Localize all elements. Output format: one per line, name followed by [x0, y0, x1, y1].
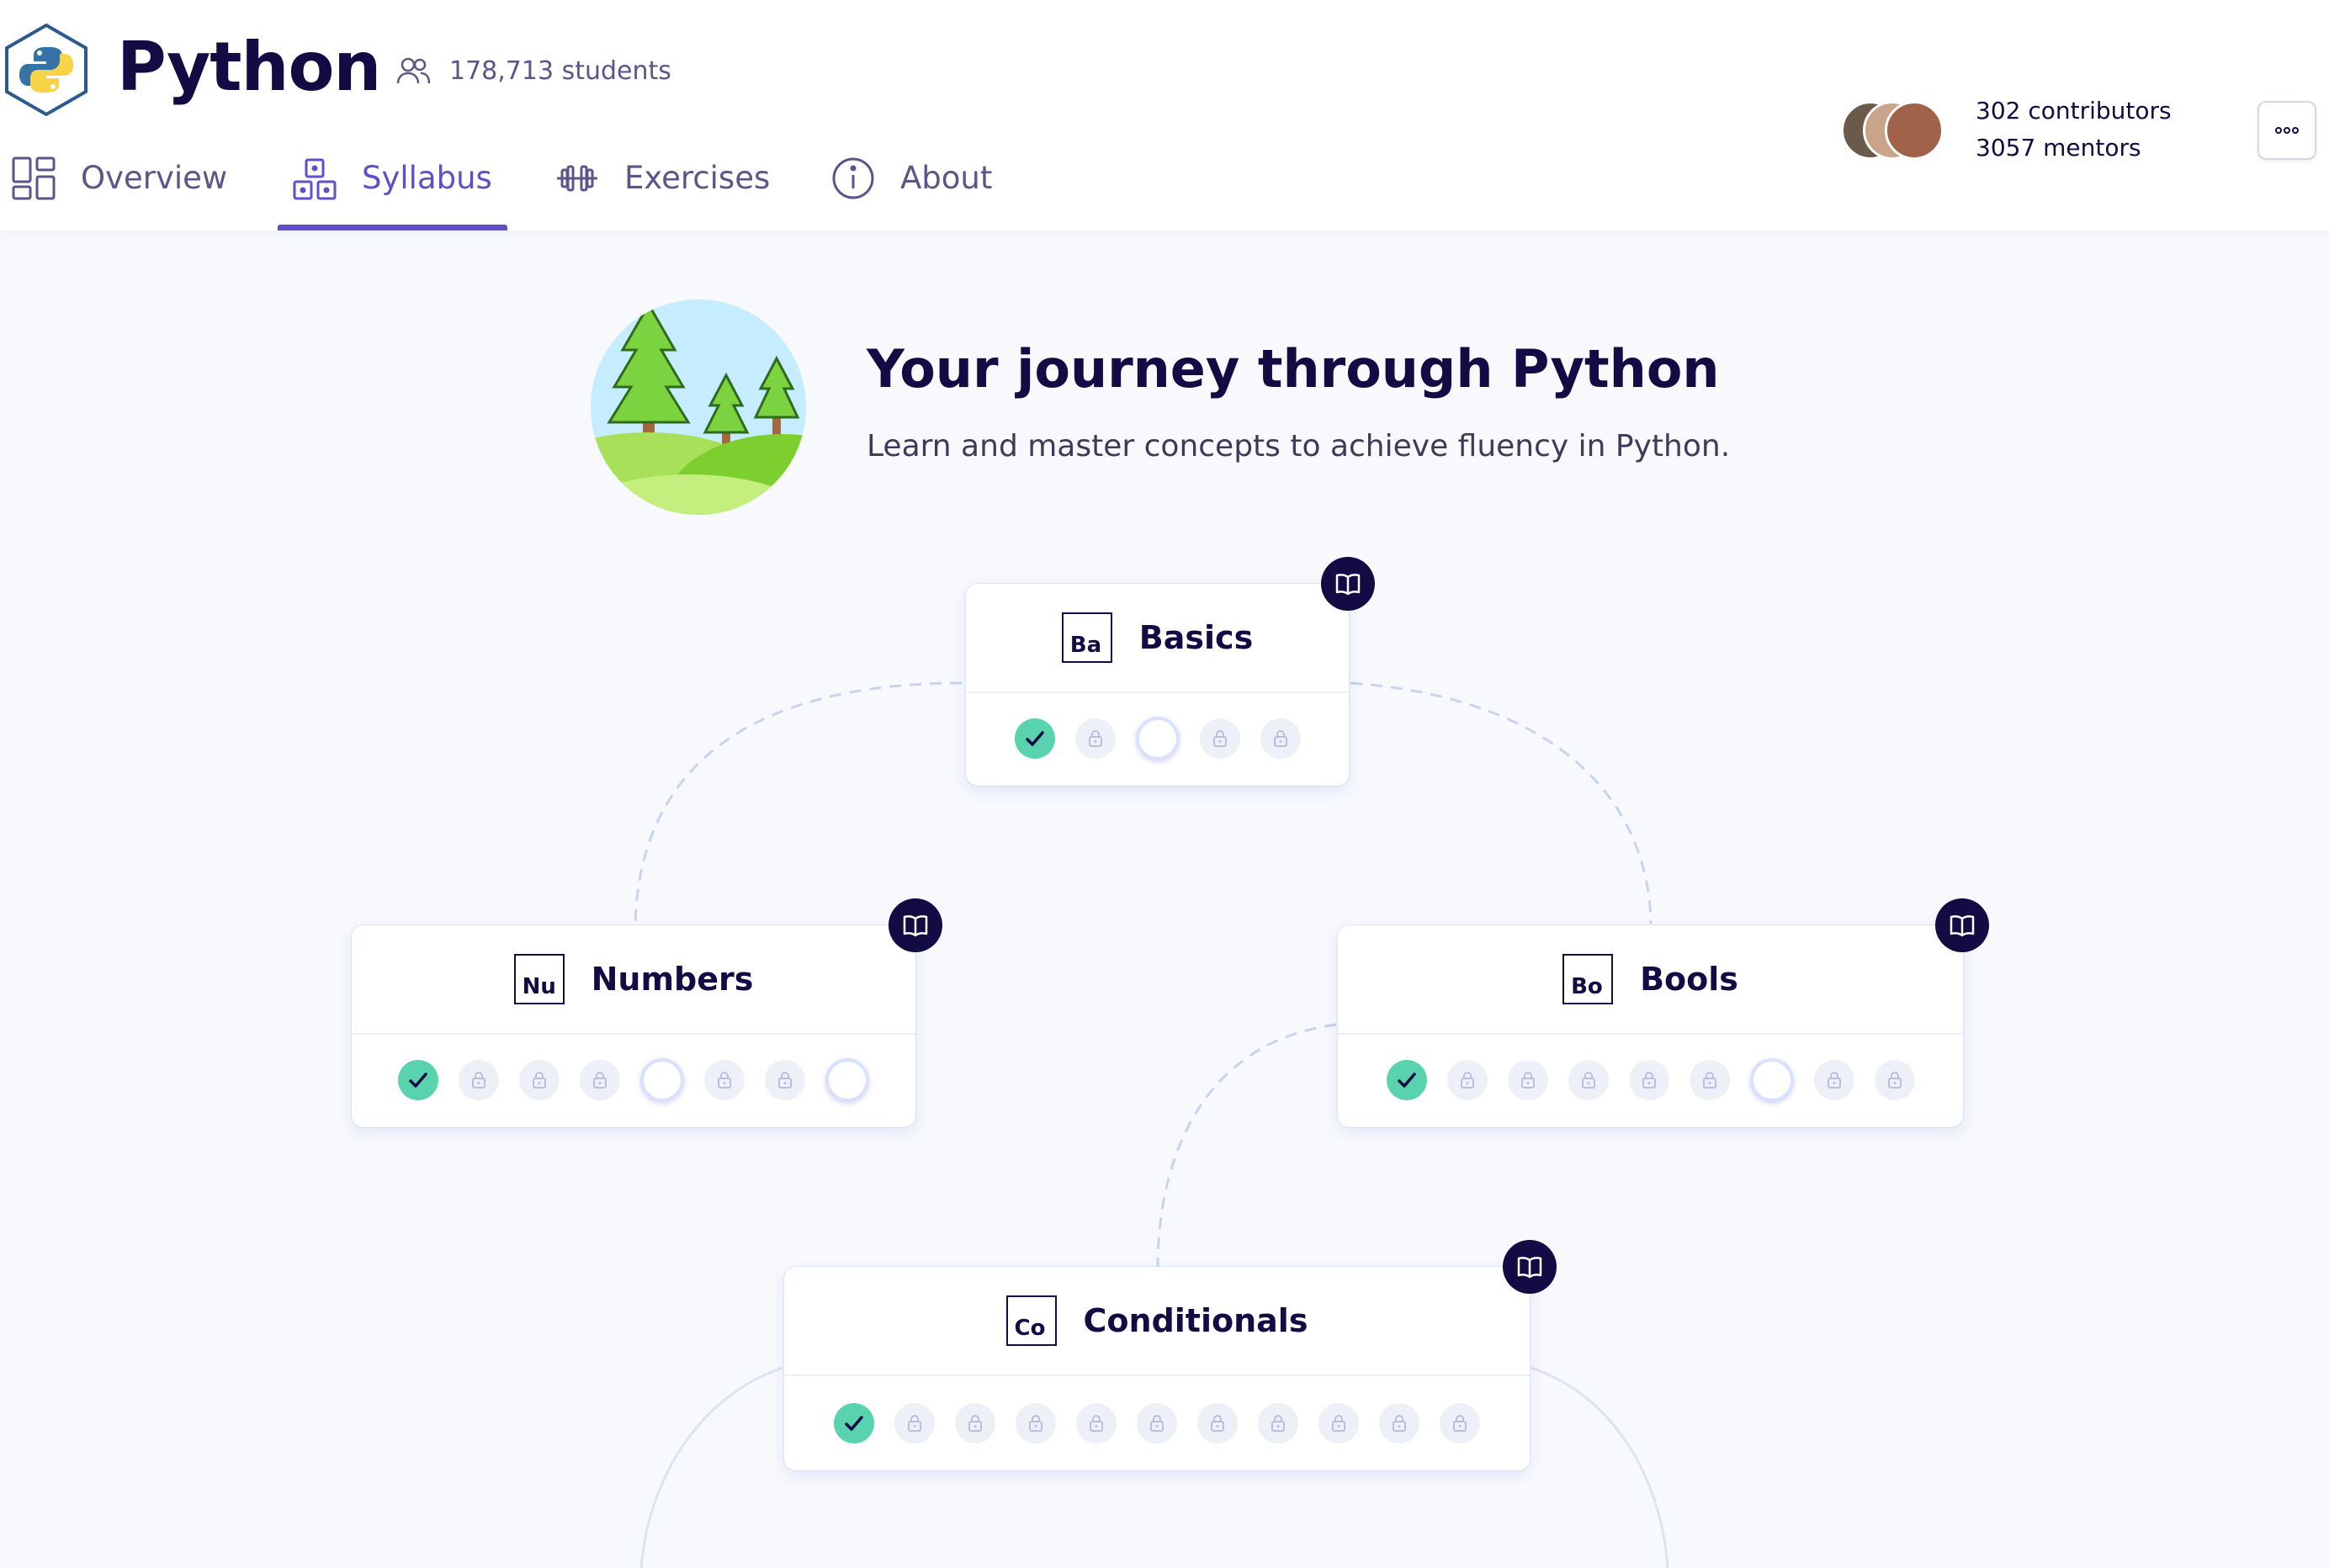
exercise-locked — [1258, 1403, 1298, 1444]
exercise-locked — [459, 1060, 499, 1100]
concept-symbol: Bo — [1562, 954, 1614, 1004]
lock-icon — [968, 1415, 982, 1432]
book-icon — [1950, 915, 1975, 937]
lock-icon — [1211, 1415, 1224, 1432]
exercise-locked — [1318, 1403, 1359, 1444]
exercise-locked — [1568, 1060, 1609, 1100]
exercise-locked — [1689, 1060, 1730, 1100]
lock-icon — [1827, 1072, 1841, 1089]
exercise-completed[interactable] — [1386, 1060, 1427, 1100]
lock-icon — [1453, 1415, 1467, 1432]
concept-header: Bo Bools — [1338, 925, 1963, 1035]
check-icon — [845, 1416, 863, 1431]
exercise-locked — [704, 1060, 745, 1100]
concept-name: Basics — [1138, 619, 1254, 656]
lock-icon — [1702, 1072, 1716, 1089]
exercise-locked — [1016, 1403, 1056, 1444]
lock-icon — [1642, 1072, 1656, 1089]
exercise-progress — [966, 691, 1349, 786]
lock-icon — [1212, 730, 1227, 747]
lock-icon — [593, 1072, 607, 1089]
concept-card-conditionals[interactable]: Co Conditionals — [784, 1267, 1530, 1470]
concept-card-basics[interactable]: Ba Basics — [966, 584, 1349, 786]
exercise-locked — [1440, 1403, 1480, 1444]
exercise-locked — [1874, 1060, 1915, 1100]
lock-icon — [1150, 1415, 1164, 1432]
lock-icon — [533, 1072, 546, 1089]
exercise-locked — [1507, 1060, 1548, 1100]
exercise-locked — [1074, 718, 1116, 759]
check-icon — [409, 1073, 427, 1088]
lock-icon — [1090, 1415, 1103, 1432]
book-icon — [903, 915, 928, 937]
exercise-locked — [1379, 1403, 1419, 1444]
lock-icon — [1887, 1072, 1902, 1089]
lock-icon — [908, 1415, 921, 1432]
concept-name: Conditionals — [1083, 1302, 1308, 1339]
exercise-locked — [955, 1403, 995, 1444]
exercise-locked — [1446, 1060, 1488, 1100]
lock-icon — [718, 1072, 731, 1089]
concept-card-numbers[interactable]: Nu Numbers — [352, 925, 915, 1127]
lock-icon — [1088, 730, 1102, 747]
concept-header: Ba Basics — [966, 584, 1349, 693]
lock-icon — [1520, 1072, 1535, 1089]
exercise-completed[interactable] — [1014, 718, 1055, 759]
exercise-locked — [1197, 1403, 1238, 1444]
book-icon — [1517, 1257, 1542, 1279]
concept-header: Nu Numbers — [352, 925, 915, 1035]
concept-guide-button[interactable] — [1935, 898, 1989, 952]
exercise-progress — [352, 1033, 915, 1127]
concept-symbol: Co — [1005, 1295, 1057, 1346]
concept-header: Co Conditionals — [784, 1267, 1530, 1376]
exercise-locked — [580, 1060, 620, 1100]
concept-symbol: Nu — [513, 954, 565, 1004]
lock-icon — [472, 1072, 485, 1089]
exercise-locked — [1076, 1403, 1117, 1444]
lock-icon — [1271, 1415, 1285, 1432]
exercise-available[interactable] — [1749, 1058, 1794, 1102]
exercise-locked — [1260, 718, 1301, 759]
lock-icon — [1581, 1072, 1595, 1089]
check-icon — [1397, 1073, 1416, 1088]
concept-guide-button[interactable] — [1321, 557, 1375, 611]
concept-name: Numbers — [591, 961, 754, 998]
exercise-locked — [1199, 718, 1240, 759]
exercise-available[interactable] — [1135, 717, 1180, 760]
exercise-available[interactable] — [640, 1058, 684, 1102]
book-icon — [1335, 574, 1361, 596]
exercise-progress — [1338, 1033, 1963, 1127]
exercise-progress — [784, 1376, 1530, 1470]
exercise-locked — [519, 1060, 560, 1100]
concept-guide-button[interactable] — [889, 898, 942, 952]
lock-icon — [1273, 730, 1287, 747]
lock-icon — [778, 1072, 792, 1089]
check-icon — [1025, 731, 1044, 746]
lock-icon — [1393, 1415, 1406, 1432]
lock-icon — [1029, 1415, 1042, 1432]
exercise-locked — [894, 1403, 935, 1444]
concept-guide-button[interactable] — [1503, 1240, 1557, 1294]
lock-icon — [1460, 1072, 1474, 1089]
concept-symbol: Ba — [1061, 612, 1112, 663]
lock-icon — [1332, 1415, 1345, 1432]
exercise-available[interactable] — [825, 1058, 869, 1102]
exercise-locked — [1628, 1060, 1669, 1100]
concept-name: Bools — [1640, 961, 1738, 998]
exercise-completed[interactable] — [834, 1403, 874, 1444]
concept-card-bools[interactable]: Bo Bools — [1338, 925, 1963, 1127]
exercise-locked — [1137, 1403, 1177, 1444]
exercise-locked — [1813, 1060, 1854, 1100]
exercise-locked — [765, 1060, 805, 1100]
exercise-completed[interactable] — [398, 1060, 438, 1100]
